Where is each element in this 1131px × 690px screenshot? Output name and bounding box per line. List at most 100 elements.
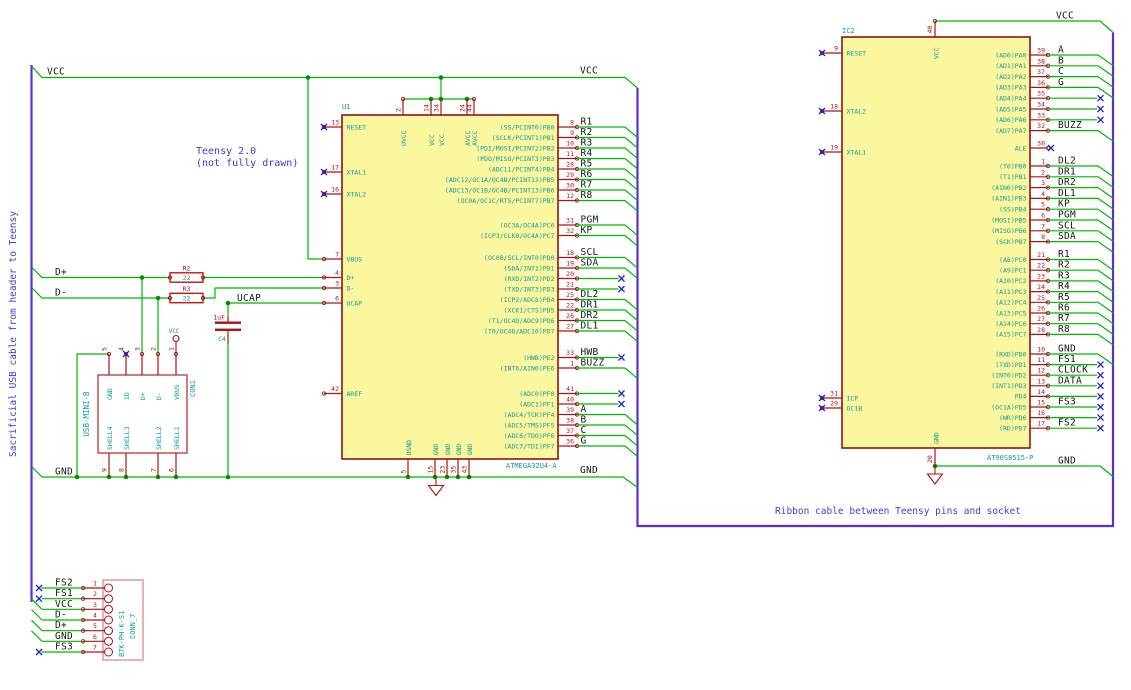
ic2-pin-num-24: 24 (1037, 283, 1045, 291)
net-label-vcc[interactable]: VCC (55, 599, 73, 610)
net-label-vcc-right[interactable]: VCC (580, 66, 598, 77)
ic2-pin-name-16: (WR)PD6 (999, 414, 1026, 422)
net-label-fs3[interactable]: FS3 (55, 642, 73, 653)
net-label-g[interactable]: G (1058, 77, 1064, 88)
net-label-pgm[interactable]: PGM (581, 215, 599, 226)
net-label-kp[interactable]: KP (581, 225, 593, 236)
net-label-fs2[interactable]: FS2 (1058, 418, 1076, 429)
u1-pin-num-8: 8 (570, 119, 574, 127)
net-label-fs3[interactable]: FS3 (1058, 397, 1076, 408)
ic2-ref[interactable]: IC2 (842, 27, 855, 35)
net-label-dr2[interactable]: DR2 (1058, 177, 1076, 188)
conn7-connector[interactable]: 1 FS2 2 FS1 3 VCC 4 D- 5 D+ 6 GND 7 FS3 (31, 578, 144, 661)
net-label-fs1[interactable]: FS1 (1058, 354, 1076, 365)
u1-pin-num-41: 41 (566, 385, 574, 393)
net-label-dr1[interactable]: DR1 (581, 300, 599, 311)
net-label-r7[interactable]: R7 (1058, 313, 1070, 324)
net-label-g[interactable]: G (581, 436, 587, 447)
net-label-fs1[interactable]: FS1 (55, 588, 73, 599)
usb-ref[interactable]: CON1 (189, 380, 197, 397)
u1-pin-num-33: 33 (566, 349, 574, 357)
net-label-r4[interactable]: R4 (1058, 281, 1070, 292)
net-label-dplus[interactable]: D+ (55, 267, 67, 278)
net-label-r7[interactable]: R7 (581, 180, 593, 191)
net-label-scl[interactable]: SCL (581, 247, 599, 258)
u1-pin-name-4: D+ (347, 274, 355, 282)
net-label-dr1[interactable]: DR1 (1058, 166, 1076, 177)
net-label-gnd-left[interactable]: GND (55, 467, 73, 478)
net-label-c[interactable]: C (1058, 66, 1064, 77)
net-label-dr2[interactable]: DR2 (581, 310, 599, 321)
net-label-gnd[interactable]: GND (55, 631, 73, 642)
capacitor-c4[interactable]: 1uF C4 (213, 314, 241, 345)
net-label-kp[interactable]: KP (1058, 199, 1070, 210)
net-label-r2[interactable]: R2 (581, 127, 593, 138)
net-label-ucap[interactable]: UCAP (237, 293, 261, 304)
usb-connector[interactable]: 5 GND 4 ID 3 D+ 2 D- 1 VBUS 9 SHELL4 8 SHELL3 7 SHELL2 6… (97, 347, 188, 477)
u1-pin-name-bot-35: GND (455, 444, 463, 456)
ic2-pin-num-16: 16 (1037, 409, 1045, 417)
net-label-r2[interactable]: R2 (1058, 260, 1070, 271)
net-label-scl[interactable]: SCL (1058, 220, 1076, 231)
u1-ref[interactable]: U1 (342, 103, 350, 111)
net-label-vcc-ic2[interactable]: VCC (1056, 11, 1074, 22)
net-label-dl2[interactable]: DL2 (581, 289, 599, 300)
net-label-r4[interactable]: R4 (581, 148, 593, 159)
net-label-r8[interactable]: R8 (581, 190, 593, 201)
net-label-r3[interactable]: R3 (1058, 270, 1070, 281)
net-label-r6[interactable]: R6 (1058, 303, 1070, 314)
net-label-buzz[interactable]: BUZZ (581, 358, 605, 369)
net-label-r5[interactable]: R5 (1058, 292, 1070, 303)
ic2-part: AT90S8515-P (987, 454, 1033, 462)
ic2-pin-name-13: (INT1)PD3 (991, 382, 1026, 390)
net-label-r5[interactable]: R5 (581, 159, 593, 170)
conn7-ref[interactable]: CONN_7 (129, 614, 137, 639)
net-label-dplus[interactable]: D+ (55, 620, 67, 631)
net-label-data[interactable]: DATA (1058, 375, 1082, 386)
net-label-r8[interactable]: R8 (1058, 324, 1070, 335)
net-label-dl1[interactable]: DL1 (1058, 188, 1076, 199)
net-label-r1[interactable]: R1 (581, 117, 593, 128)
net-label-clock[interactable]: CLOCK (1058, 365, 1088, 376)
net-label-r6[interactable]: R6 (581, 169, 593, 180)
net-label-sda[interactable]: SDA (1058, 231, 1076, 242)
net-label-r1[interactable]: R1 (1058, 249, 1070, 260)
ic2-pin-name-35: (AD4)PA4 (995, 95, 1026, 103)
net-label-r3[interactable]: R3 (581, 138, 593, 149)
ic2-pin-name-18: XTAL2 (847, 107, 867, 115)
u1-pin-name-26: (T1/OC4D/ADC9)PD6 (488, 317, 555, 325)
net-label-a[interactable]: A (581, 404, 587, 415)
schematic-canvas[interactable]: 1uF C4 VCC VCC VCC GND GND VCC GND D+ D-… (0, 0, 1131, 690)
u1-chip[interactable]: 13 RESET 17 XTAL1 16 XTAL2 7 VBUS 4 D+ 3 D- 6 UCAP 42 A… (320, 96, 638, 477)
net-label-fs2[interactable]: FS2 (55, 578, 73, 589)
c4-ref: C4 (218, 335, 226, 343)
net-label-pgm[interactable]: PGM (1058, 210, 1076, 221)
ic2-pin-num-3: 3 (1041, 179, 1045, 187)
u1-pin-name-37: (ADC6/TDO)PF6 (504, 432, 555, 440)
u1-pin-name-32: (ICP3/CLK0/OC4A)PC7 (480, 232, 554, 240)
net-label-gnd-right[interactable]: GND (580, 465, 598, 476)
net-label-dl2[interactable]: DL2 (1058, 156, 1076, 167)
u1-pin-num-10: 10 (566, 140, 574, 148)
net-label-gnd[interactable]: GND (1058, 344, 1076, 355)
usb-pin-name-9: SHELL4 (106, 426, 114, 450)
u1-pin-name-25: (ICP2/ADC8)PD4 (500, 296, 555, 304)
ic2-chip[interactable]: 9RESET18XTAL219XTAL131ICP29OC1B39(AD0)PA… (818, 18, 1114, 466)
net-label-b[interactable]: B (581, 415, 587, 426)
net-label-hwb[interactable]: HWB (581, 347, 599, 358)
net-label-sda[interactable]: SDA (581, 258, 599, 269)
net-label-buzz[interactable]: BUZZ (1058, 120, 1082, 131)
net-label-dminus[interactable]: D- (55, 288, 67, 299)
net-label-c[interactable]: C (581, 425, 587, 436)
net-label-dl1[interactable]: DL1 (581, 321, 599, 332)
resistors[interactable]: R222R322 (167, 265, 206, 304)
net-label-b[interactable]: B (1058, 55, 1064, 66)
ic2-pin-num-40: 40 (926, 26, 934, 34)
net-label-vcc-left[interactable]: VCC (47, 67, 65, 78)
ic2-pin-num-29: 29 (830, 400, 838, 408)
ic2-pin-name-32: (AD7)PA7 (995, 127, 1026, 135)
net-label-gnd-ic2[interactable]: GND (1058, 456, 1076, 467)
net-label-dminus[interactable]: D- (55, 610, 67, 621)
ic2-pin-num-34: 34 (1037, 101, 1045, 109)
net-label-a[interactable]: A (1058, 45, 1064, 56)
